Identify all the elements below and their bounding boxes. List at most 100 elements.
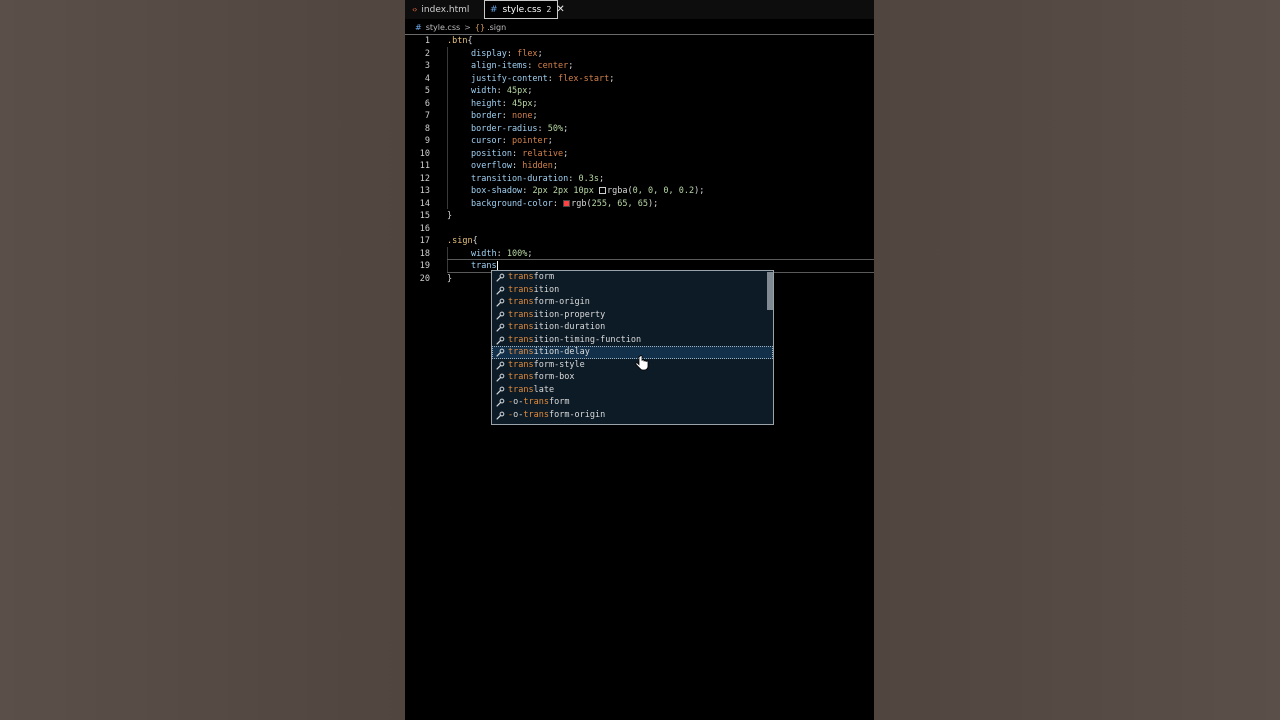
suggest-item[interactable]: transform-origin <box>492 296 773 309</box>
tab-label: index.html <box>421 4 470 15</box>
symbol-icon: {} <box>474 22 486 32</box>
line-text: width: 45px; <box>471 86 533 96</box>
css-icon: # <box>415 22 422 32</box>
suggest-widget[interactable]: transform transition transform-origin trans… <box>491 270 774 425</box>
code-line[interactable]: 13 box-shadow: 2px 2px 10px rgba(0, 0, 0,… <box>405 185 874 198</box>
suggest-item[interactable]: transform-box <box>492 371 773 384</box>
breadcrumb-symbol[interactable]: .sign <box>487 23 506 32</box>
suggest-item-label: transition-property <box>508 309 606 320</box>
code-line[interactable]: 16 <box>405 223 874 236</box>
suggest-item[interactable]: transform <box>492 271 773 284</box>
line-text: height: 45px; <box>471 98 538 109</box>
line-number: 2 <box>424 48 430 59</box>
wrench-icon <box>496 361 505 370</box>
tab-style-css[interactable]: # style.css 2 ✕ <box>484 0 565 19</box>
line-number: 13 <box>419 186 430 196</box>
line-number: 11 <box>419 161 430 171</box>
breadcrumb-separator: > <box>464 22 471 32</box>
line-number: 4 <box>424 73 430 84</box>
suggest-scrollbar[interactable] <box>767 272 773 310</box>
suggest-item-label: transition-timing-function <box>508 334 642 345</box>
wrench-icon <box>496 298 505 307</box>
wrench-icon <box>496 311 505 320</box>
line-number: 17 <box>419 236 430 246</box>
line-text: position: relative; <box>471 148 569 159</box>
wrench-icon <box>496 336 505 345</box>
line-number: 16 <box>419 223 430 234</box>
tab-index-html[interactable]: ‹› index.html <box>409 0 484 19</box>
code-editor[interactable]: ‹› index.html # style.css 2 ✕ # style.cs… <box>405 0 874 720</box>
suggest-item[interactable]: transition <box>492 284 773 297</box>
suggest-item-label: transform-origin <box>508 297 590 307</box>
line-number: 18 <box>419 248 430 259</box>
wrench-icon <box>496 348 505 357</box>
line-text: .btn{ <box>447 36 473 46</box>
code-line[interactable]: 4 justify-content: flex-start; <box>405 73 874 86</box>
suggest-item-label: transform-style <box>508 359 585 370</box>
code-line[interactable]: 10 position: relative; <box>405 148 874 161</box>
suggest-item-label: transform <box>508 272 555 282</box>
suggest-item[interactable]: transition-duration <box>492 321 773 334</box>
line-text: } <box>447 211 453 221</box>
line-number: 3 <box>424 61 430 71</box>
line-number: 20 <box>419 273 430 284</box>
close-icon[interactable]: ✕ <box>556 4 564 15</box>
code-area[interactable]: 1 .btn{ 2 display: flex; 3 align-items: cente… <box>405 35 874 285</box>
code-line[interactable]: 9 cursor: pointer; <box>405 135 874 148</box>
suggest-item[interactable]: transition-timing-function <box>492 334 773 347</box>
line-number: 19 <box>419 261 430 271</box>
breadcrumb-file[interactable]: style.css <box>426 23 460 32</box>
suggest-item[interactable]: transition-delay <box>492 346 773 359</box>
problem-count-badge: 2 <box>546 5 552 14</box>
wrench-icon <box>496 386 505 395</box>
suggest-item[interactable]: transition-property <box>492 309 773 322</box>
code-line[interactable]: 11 overflow: hidden; <box>405 160 874 173</box>
line-text: width: 100%; <box>471 248 533 259</box>
wrench-icon <box>496 398 505 407</box>
line-number: 15 <box>419 211 430 221</box>
line-text: border: none; <box>471 111 538 121</box>
line-number: 6 <box>424 98 430 109</box>
suggest-item-label: transition <box>508 284 560 295</box>
suggest-item[interactable]: transform-style <box>492 359 773 372</box>
line-text: align-items: center; <box>471 61 574 71</box>
code-line[interactable]: 14 background-color: rgb(255, 65, 65); <box>405 198 874 211</box>
code-line[interactable]: 6 height: 45px; <box>405 98 874 111</box>
color-swatch[interactable] <box>563 199 571 207</box>
suggest-item-label: transition-delay <box>508 347 590 357</box>
tab-label: style.css <box>502 4 542 15</box>
code-line[interactable]: 5 width: 45px; <box>405 85 874 98</box>
wrench-icon <box>496 273 505 282</box>
line-number: 5 <box>424 86 430 96</box>
css-icon: # <box>490 4 498 15</box>
line-text: justify-content: flex-start; <box>471 73 615 84</box>
code-line[interactable]: 12 transition-duration: 0.3s; <box>405 173 874 186</box>
code-line[interactable]: 7 border: none; <box>405 110 874 123</box>
line-text: .sign{ <box>447 236 478 246</box>
line-text: border-radius: 50%; <box>471 123 569 134</box>
code-line[interactable]: 3 align-items: center; <box>405 60 874 73</box>
suggest-item[interactable]: -o-transform <box>492 396 773 409</box>
suggest-item-label: transition-duration <box>508 322 606 332</box>
line-text: background-color: rgb(255, 65, 65); <box>471 198 659 209</box>
line-number: 14 <box>419 198 430 209</box>
code-line[interactable]: 2 display: flex; <box>405 48 874 61</box>
right-backdrop <box>874 0 1280 720</box>
hand-cursor-icon <box>635 355 649 371</box>
code-line[interactable]: 1 .btn{ <box>405 35 874 48</box>
code-line[interactable]: 15} <box>405 210 874 223</box>
suggest-item[interactable]: translate <box>492 384 773 397</box>
suggest-item-label: transform-box <box>508 372 575 382</box>
color-swatch[interactable] <box>599 187 607 194</box>
html-icon: ‹› <box>412 5 418 14</box>
code-line[interactable]: 18 width: 100%; <box>405 248 874 261</box>
code-line[interactable]: 8 border-radius: 50%; <box>405 123 874 136</box>
left-backdrop <box>0 0 405 720</box>
code-line[interactable]: 17 .sign{ <box>405 235 874 248</box>
suggest-item[interactable]: -o-transform-origin <box>492 409 773 422</box>
line-text: cursor: pointer; <box>471 136 553 146</box>
line-number: 12 <box>419 173 430 184</box>
line-number: 1 <box>424 36 430 46</box>
line-number: 7 <box>424 111 430 121</box>
suggest-item-label: -o-transform <box>508 397 570 407</box>
